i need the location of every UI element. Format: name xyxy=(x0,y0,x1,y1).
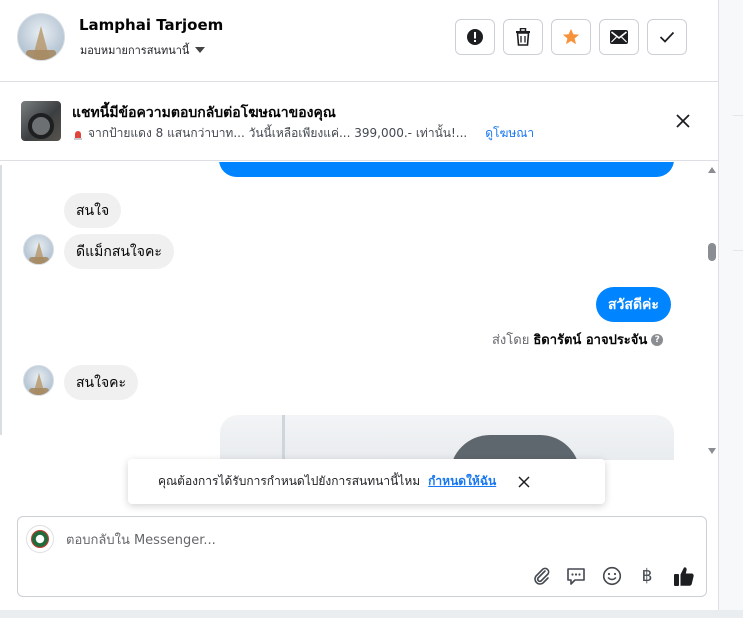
scroll-up-icon[interactable] xyxy=(708,167,716,173)
star-button[interactable] xyxy=(551,19,591,55)
message-bubble-outgoing[interactable]: สวัสดีค่ะ xyxy=(596,287,671,322)
delete-button[interactable] xyxy=(503,19,543,55)
page-logo xyxy=(26,525,54,553)
mark-unread-button[interactable] xyxy=(599,19,639,55)
check-icon xyxy=(659,31,675,43)
message-bubble-incoming[interactable]: ดีแม็กสนใจคะ xyxy=(64,234,174,269)
sender-name: ธิดารัตน์ อาจประจัน xyxy=(533,333,648,348)
close-icon xyxy=(676,114,690,128)
thread-scrollbar[interactable] xyxy=(705,162,719,460)
attach-button[interactable] xyxy=(530,564,554,588)
image-message[interactable] xyxy=(220,415,674,460)
message-bubble-outgoing-clipped[interactable] xyxy=(219,162,674,177)
saved-replies-button[interactable] xyxy=(564,564,588,588)
like-button[interactable] xyxy=(672,564,696,588)
close-icon xyxy=(518,475,530,488)
smiley-icon xyxy=(602,566,622,586)
scroll-down-icon[interactable] xyxy=(708,448,716,454)
ad-thumbnail[interactable] xyxy=(21,101,61,141)
alert-icon xyxy=(467,29,483,45)
baht-icon: ฿ xyxy=(641,566,653,586)
contact-name[interactable]: Lamphai Tarjoem xyxy=(79,16,223,34)
contact-avatar-small xyxy=(23,234,54,265)
star-icon xyxy=(562,28,580,45)
message-bubble-incoming[interactable]: สนใจคะ xyxy=(64,365,139,400)
message-bubble-incoming[interactable]: สนใจ xyxy=(64,193,122,228)
ad-banner-title: แชทนี้มีข้อความตอบกลับต่อโฆษณาของคุณ xyxy=(72,105,336,121)
contact-avatar[interactable] xyxy=(17,13,65,61)
adjacent-panel-edge xyxy=(719,0,743,618)
close-banner-button[interactable] xyxy=(672,110,694,132)
caret-down-icon xyxy=(195,47,206,53)
close-toast-button[interactable] xyxy=(516,474,532,490)
thumbs-up-icon xyxy=(674,567,694,586)
emoji-button[interactable] xyxy=(600,564,624,588)
message-thread[interactable]: สนใจ ดีแม็กสนใจคะ สวัสดีค่ะ ส่งโดย ธิดาร… xyxy=(0,162,705,460)
conversation-header: Lamphai Tarjoem มอบหมายการสนทนานี้ xyxy=(0,0,719,82)
contact-avatar-small xyxy=(23,365,54,396)
sent-by-label: ส่งโดย ธิดารัตน์ อาจประจัน ? xyxy=(492,329,664,350)
view-ad-link[interactable]: ดูโฆษณา xyxy=(485,124,534,143)
payment-button[interactable]: ฿ xyxy=(635,564,659,588)
assign-label: มอบหมายการสนทนานี้ xyxy=(80,44,190,57)
scroll-thumb[interactable] xyxy=(708,243,716,261)
envelope-icon xyxy=(610,30,628,44)
message-composer: ฿ xyxy=(17,516,707,597)
ad-reply-banner: แชทนี้มีข้อความตอบกลับต่อโฆษณาของคุณ จาก… xyxy=(0,82,719,161)
window-bottom-edge xyxy=(0,610,743,618)
reply-input[interactable] xyxy=(66,530,666,550)
done-button[interactable] xyxy=(647,19,687,55)
conversation-panel: Lamphai Tarjoem มอบหมายการสนทนานี้ แชทนี… xyxy=(0,0,719,610)
spam-button[interactable] xyxy=(455,19,495,55)
paperclip-icon xyxy=(534,567,550,585)
chat-bubble-icon xyxy=(567,568,585,585)
ad-description-text: จากป้ายแดง 8 แสนกว่าบาท... วันนี้เหลือเพ… xyxy=(88,126,468,140)
assign-dropdown[interactable]: มอบหมายการสนทนานี้ xyxy=(80,41,206,59)
siren-icon xyxy=(74,130,82,140)
ad-banner-description: จากป้ายแดง 8 แสนกว่าบาท... วันนี้เหลือเพ… xyxy=(72,124,534,143)
trash-icon xyxy=(516,28,530,46)
assign-to-me-link[interactable]: กำหนดให้ฉัน xyxy=(428,472,496,491)
assign-prompt-text: คุณต้องการได้รับการกำหนดไปยังการสนทนานี้… xyxy=(158,474,421,488)
assign-prompt-toast: คุณต้องการได้รับการกำหนดไปยังการสนทนานี้… xyxy=(128,459,605,504)
help-icon[interactable]: ? xyxy=(651,333,664,346)
